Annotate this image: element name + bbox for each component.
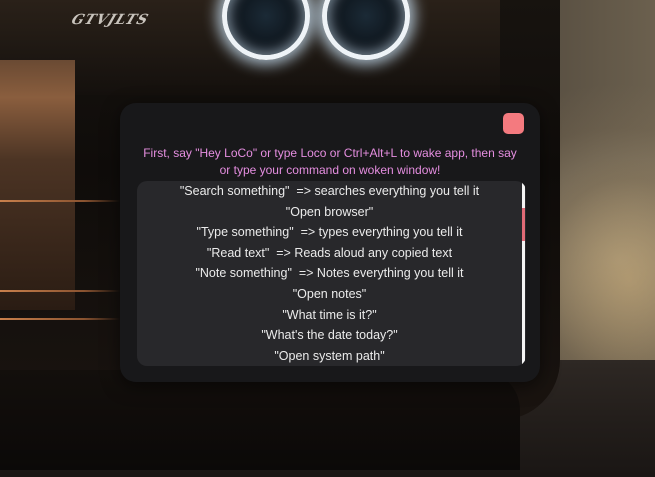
wake-instructions: First, say "Hey LoCo" or type Loco or Ct… xyxy=(143,146,517,177)
commands-list: "Search something" => searches everythin… xyxy=(137,181,522,366)
wallpaper-car-bumper xyxy=(0,370,520,470)
command-item: "What's the date today?" xyxy=(261,328,398,343)
close-button[interactable] xyxy=(503,113,524,134)
command-item: "Note something" => Notes everything you… xyxy=(195,266,464,281)
wallpaper-chrome-line xyxy=(0,200,120,202)
command-item: "Open notes" xyxy=(292,286,367,301)
command-item: "Read text" => Reads aloud any copied te… xyxy=(206,245,453,260)
commands-scrollbar[interactable] xyxy=(522,181,525,366)
command-item: "Search something" => searches everythin… xyxy=(179,184,480,198)
command-item: "Open system path" xyxy=(274,348,385,363)
command-item: "Open browser" xyxy=(285,204,374,219)
command-item: "What time is it?" xyxy=(282,307,377,322)
scrollbar-thumb[interactable] xyxy=(522,208,525,241)
commands-panel: "Search something" => searches everythin… xyxy=(137,181,526,366)
loco-assistant-window: First, say "Hey LoCo" or type Loco or Ct… xyxy=(120,103,540,382)
wallpaper-car-grille xyxy=(0,60,75,310)
wallpaper-chrome-line xyxy=(0,290,120,292)
wallpaper-chrome-line xyxy=(0,318,120,320)
command-item: "Type something" => types everything you… xyxy=(196,225,463,240)
wallpaper-car-badge: GTVJLTS xyxy=(69,12,152,28)
